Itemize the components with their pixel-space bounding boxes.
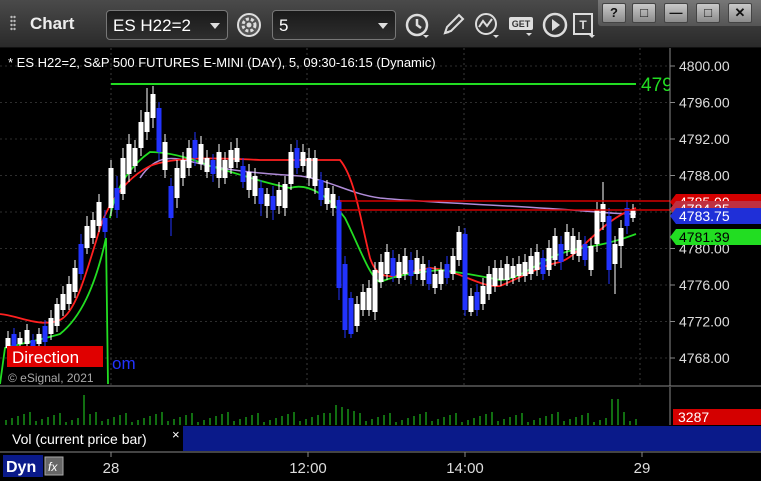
settings-button[interactable] <box>235 11 263 39</box>
price-tick-label: 4768.00 <box>679 350 730 366</box>
direction-label: Direction <box>12 348 79 367</box>
app-title-text: Chart <box>30 14 75 33</box>
pencil-icon <box>443 13 465 35</box>
grip-icon <box>10 15 16 31</box>
price-badges: 4785.004784.254783.754781.39 <box>670 194 761 245</box>
play-icon <box>542 12 568 38</box>
help-button[interactable]: ? <box>602 3 626 23</box>
function-icon-glyph: fx <box>48 460 58 474</box>
price-badge: 4781.39 <box>670 229 761 245</box>
svg-text:4781.39: 4781.39 <box>679 229 730 245</box>
draw-button[interactable] <box>439 11 467 39</box>
volume-badge-text: 3287 <box>678 409 709 425</box>
time-tick-label: 29 <box>634 460 651 477</box>
copyright-text: © eSignal, 2021 <box>8 371 94 385</box>
clock-icon <box>405 13 429 38</box>
overlay-partial-text: om <box>112 354 136 373</box>
price-tick-label: 4800.00 <box>679 58 730 74</box>
price-badge: 4783.75 <box>670 208 761 224</box>
svg-text:4783.75: 4783.75 <box>679 208 730 224</box>
price-tick-label: 4788.00 <box>679 168 730 184</box>
volume-axis-strip <box>670 426 761 451</box>
time-tick-label: 12:00 <box>289 460 327 477</box>
chart-header: * ES H22=2, S&P 500 FUTURES E-MINI (DAY)… <box>8 55 436 70</box>
template-icon: T <box>573 13 595 38</box>
dyn-label: Dyn <box>6 459 36 476</box>
minimize-button[interactable]: — <box>664 3 688 23</box>
settings-icon <box>237 13 261 37</box>
get-data-icon: GET <box>509 17 533 36</box>
study-icon <box>475 13 499 38</box>
close-icon[interactable]: × <box>172 427 180 442</box>
price-tick-label: 4776.00 <box>679 277 730 293</box>
get-data-button[interactable]: GET <box>508 11 536 39</box>
symbol-value: ES H22=2 <box>113 16 191 35</box>
time-tick-label: 28 <box>103 460 120 477</box>
chart-toolbar: Chart ES H22=2 5 GET T ? □ — □ ✕ <box>0 0 761 48</box>
chevron-down-icon <box>210 23 220 29</box>
time-button[interactable] <box>403 11 431 39</box>
chevron-down-icon <box>378 23 388 29</box>
svg-text:GET: GET <box>512 19 531 29</box>
template-button[interactable]: T <box>571 11 599 39</box>
interval-combo[interactable]: 5 <box>272 10 396 40</box>
svg-text:T: T <box>579 18 587 32</box>
close-button[interactable]: ✕ <box>728 3 752 23</box>
price-tick-label: 4772.00 <box>679 314 730 330</box>
volume-label-strip <box>183 426 670 451</box>
window-controls: ? □ — □ ✕ <box>598 0 761 26</box>
play-button[interactable] <box>541 11 569 39</box>
level-line-label: 479 <box>641 75 673 96</box>
study-button[interactable] <box>474 11 502 39</box>
symbol-combo[interactable]: ES H22=2 <box>106 10 228 40</box>
price-tick-label: 4796.00 <box>679 95 730 111</box>
price-chart[interactable]: * ES H22=2, S&P 500 FUTURES E-MINI (DAY)… <box>0 48 761 481</box>
volume-label: Vol (current price bar) <box>12 431 147 447</box>
restore-button[interactable]: □ <box>632 3 656 23</box>
time-tick-label: 14:00 <box>446 460 484 477</box>
app-title[interactable]: Chart <box>8 14 74 34</box>
interval-value: 5 <box>279 16 289 35</box>
price-tick-label: 4792.00 <box>679 131 730 147</box>
maximize-button[interactable]: □ <box>696 3 720 23</box>
